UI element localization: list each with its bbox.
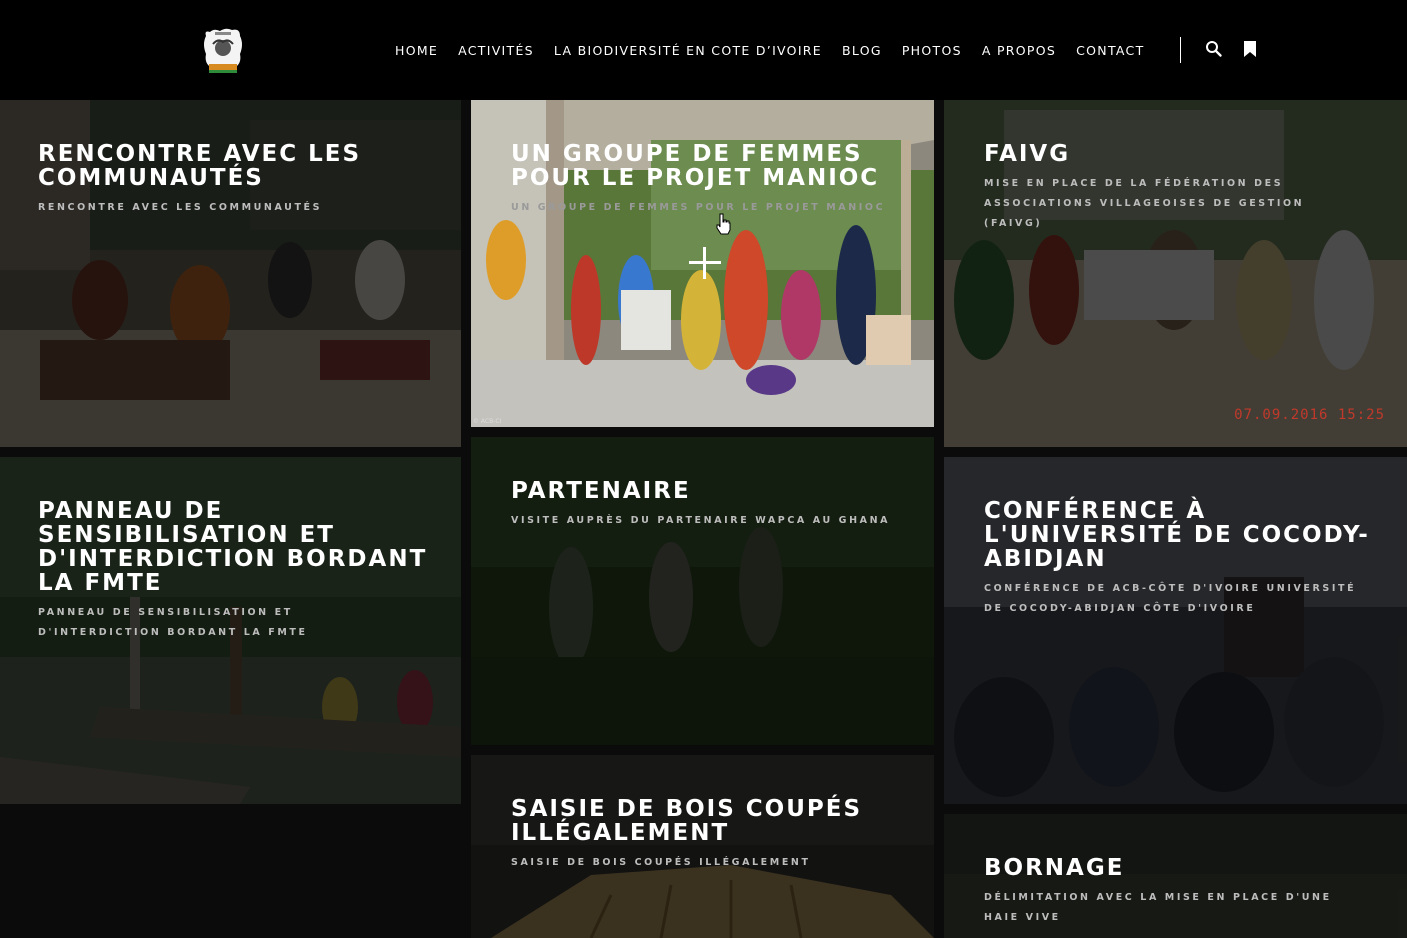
tile-title: CONFÉRENCE À L'UNIVERSITÉ DE COCODY-ABID… [984,498,1370,572]
tile-title: SAISIE DE BOIS COUPÉS ILLÉGALEMENT [511,796,863,846]
tile-title: BORNAGE [984,855,1125,881]
tile-rencontre[interactable]: RENCONTRE AVEC LES COMMUNAUTÉS RENCONTRE… [0,100,461,447]
tile-partenaire[interactable]: PARTENAIRE VISITE AUPRÈS DU PARTENAIRE W… [471,437,934,745]
plus-icon[interactable] [689,247,721,279]
tile-groupe-femmes[interactable]: UN GROUPE DE FEMMES POUR LE PROJET MANIO… [471,100,934,427]
nav-activites[interactable]: ACTIVITÉS [458,43,534,58]
tile-title: FAIVG [984,141,1071,167]
tile-bornage[interactable]: BORNAGE DÉLIMITATION AVEC LA MISE EN PLA… [944,814,1407,938]
tile-panneau[interactable]: PANNEAU DE SENSIBILISATION ET D'INTERDIC… [0,457,461,804]
tile-saisie-bois[interactable]: SAISIE DE BOIS COUPÉS ILLÉGALEMENT SAISI… [471,755,934,938]
site-header: HOME ACTIVITÉS LA BIODIVERSITÉ EN COTE D… [0,0,1407,100]
tile-title: RENCONTRE AVEC LES COMMUNAUTÉS [38,141,362,191]
nav-blog[interactable]: BLOG [842,43,882,58]
site-logo[interactable] [200,26,246,74]
tile-subtitle: MISE EN PLACE DE LA FÉDÉRATION DES ASSOC… [984,178,1305,229]
nav-contact[interactable]: CONTACT [1076,43,1144,58]
bookmark-icon[interactable] [1241,40,1259,58]
tile-subtitle: RENCONTRE AVEC LES COMMUNAUTÉS [38,202,323,213]
tile-subtitle: VISITE AUPRÈS DU PARTENAIRE WAPCA AU GHA… [511,515,891,526]
tile-title: PARTENAIRE [511,478,691,504]
search-icon[interactable] [1205,40,1223,58]
tile-subtitle: PANNEAU DE SENSIBILISATION ET D'INTERDIC… [38,607,308,638]
tile-title: PANNEAU DE SENSIBILISATION ET D'INTERDIC… [38,498,428,596]
photo-credit: © ACB-CI [473,418,502,425]
nav-home[interactable]: HOME [395,43,438,58]
tile-conference[interactable]: CONFÉRENCE À L'UNIVERSITÉ DE COCODY-ABID… [944,457,1407,804]
tile-subtitle: CONFÉRENCE DE ACB-CÔTE D'IVOIRE UNIVERSI… [984,583,1357,614]
tile-subtitle: UN GROUPE DE FEMMES POUR LE PROJET MANIO… [511,202,886,213]
main-nav: HOME ACTIVITÉS LA BIODIVERSITÉ EN COTE D… [385,40,1155,60]
nav-divider [1180,37,1181,63]
tile-subtitle: SAISIE DE BOIS COUPÉS ILLÉGALEMENT [511,857,811,868]
tile-faivg[interactable]: FAIVG MISE EN PLACE DE LA FÉDÉRATION DES… [944,100,1407,447]
nav-biodiversite[interactable]: LA BIODIVERSITÉ EN COTE D’IVOIRE [554,43,822,58]
nav-photos[interactable]: PHOTOS [902,43,962,58]
tile-title: UN GROUPE DE FEMMES POUR LE PROJET MANIO… [511,141,880,191]
photo-date-stamp: 07.09.2016 15:25 [1234,407,1385,423]
hand-cursor-icon [716,213,731,235]
nav-a-propos[interactable]: A PROPOS [982,43,1056,58]
tile-overlay [471,755,934,938]
tile-subtitle: DÉLIMITATION AVEC LA MISE EN PLACE D'UNE… [984,892,1332,923]
